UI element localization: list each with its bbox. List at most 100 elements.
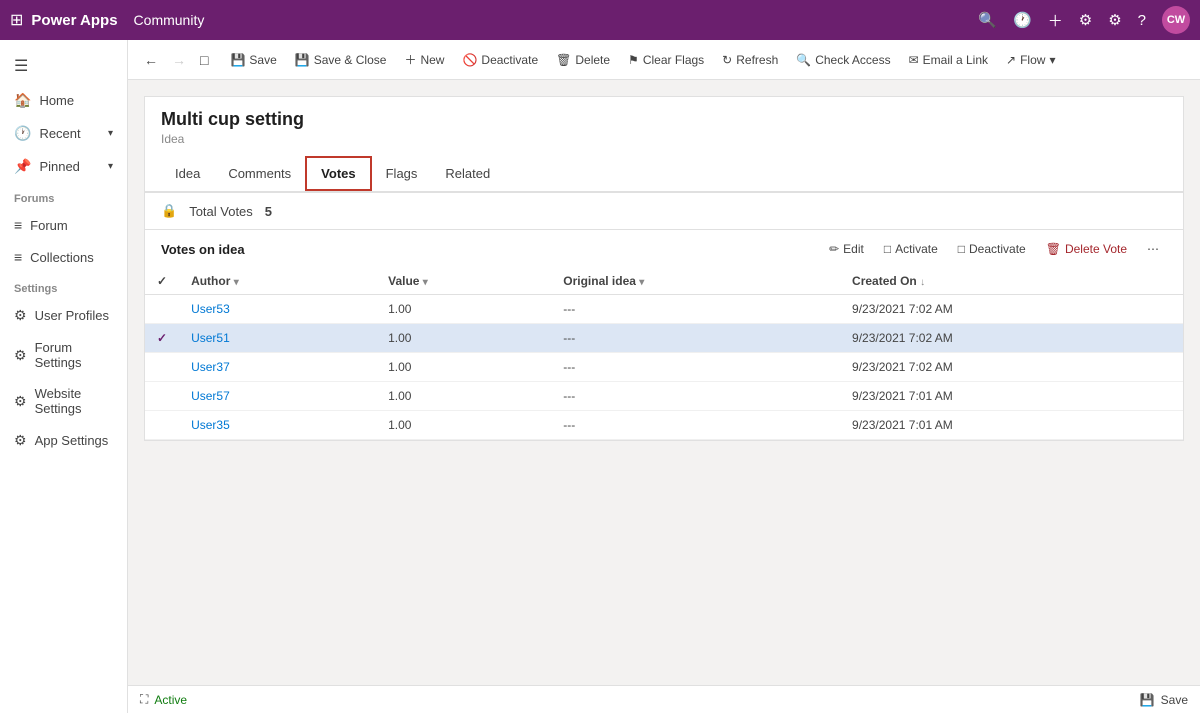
app-name: Power Apps (31, 12, 117, 29)
sidebar-item-forum-settings[interactable]: ⚙ Forum Settings (0, 332, 127, 378)
row-created-on: 9/23/2021 7:02 AM (840, 353, 1183, 382)
created-on-sort-icon: ↓ (920, 277, 925, 288)
grid-icon[interactable]: ⊞ (10, 10, 23, 30)
avatar[interactable]: CW (1162, 6, 1190, 34)
record-type: Idea (161, 132, 1167, 146)
row-check[interactable] (145, 411, 179, 440)
row-author[interactable]: User51 (179, 324, 376, 353)
hamburger-icon[interactable]: ☰ (0, 48, 127, 84)
refresh-icon: ↻ (722, 53, 732, 67)
save-button[interactable]: 💾 Save (222, 49, 284, 71)
flow-icon: ↗ (1006, 53, 1016, 67)
table-row[interactable]: User57 1.00 --- 9/23/2021 7:01 AM (145, 382, 1183, 411)
row-author[interactable]: User35 (179, 411, 376, 440)
check-access-icon: 🔍 (796, 53, 811, 67)
record-title: Multi cup setting (161, 109, 1167, 130)
more-options-button[interactable]: ⋯ (1139, 238, 1167, 260)
edit-vote-button[interactable]: ✏ Edit (821, 238, 872, 260)
flow-chevron: ▾ (1049, 53, 1055, 67)
tab-related[interactable]: Related (431, 156, 504, 191)
check-access-button[interactable]: 🔍 Check Access (788, 49, 898, 71)
search-icon[interactable]: 🔍 (978, 11, 997, 29)
total-votes-label: Total Votes (189, 204, 253, 219)
tab-idea[interactable]: Idea (161, 156, 214, 191)
save-close-button[interactable]: 💾 Save & Close (287, 49, 395, 71)
refresh-button[interactable]: ↻ Refresh (714, 49, 786, 71)
status-label: Active (154, 693, 187, 707)
table-header: ✓ Author ▾ Value ▾ Original idea ▾ (145, 268, 1183, 295)
expand-icon[interactable]: ⛶ (140, 692, 148, 707)
table-row[interactable]: ✓ User51 1.00 --- 9/23/2021 7:02 AM (145, 324, 1183, 353)
activate-vote-button[interactable]: □ Activate (876, 238, 946, 260)
sidebar-item-forum[interactable]: ≡ Forum (0, 209, 127, 241)
tab-votes[interactable]: Votes (305, 156, 371, 191)
col-created-on[interactable]: Created On ↓ (840, 268, 1183, 295)
email-link-button[interactable]: ✉ Email a Link (901, 49, 996, 71)
sidebar-item-pinned[interactable]: 📌 Pinned ▾ (0, 150, 127, 183)
col-value[interactable]: Value ▾ (376, 268, 551, 295)
votes-table: ✓ Author ▾ Value ▾ Original idea ▾ (145, 268, 1183, 440)
author-sort-icon: ▾ (234, 277, 239, 288)
row-check[interactable] (145, 353, 179, 382)
delete-button[interactable]: 🗑 Delete (548, 49, 618, 71)
filter-icon[interactable]: ⚙ (1079, 11, 1092, 29)
row-check[interactable]: ✓ (145, 324, 179, 353)
delete-icon: 🗑 (556, 53, 571, 67)
table-row[interactable]: User35 1.00 --- 9/23/2021 7:01 AM (145, 411, 1183, 440)
deactivate-vote-button[interactable]: □ Deactivate (950, 238, 1034, 260)
new-button[interactable]: ＋ New (396, 47, 452, 72)
row-original-idea: --- (551, 324, 840, 353)
activate-icon: □ (884, 242, 891, 256)
lock-icon: 🔒 (161, 203, 177, 219)
deactivate-button[interactable]: 🚫 Deactivate (454, 49, 546, 71)
sidebar-item-recent-label: Recent (39, 126, 80, 141)
top-bar-icons: 🔍 🕐 ＋ ⚙ ⚙ ? CW (978, 6, 1190, 34)
status-bar: ⛶ Active 💾 Save (128, 685, 1200, 713)
row-author[interactable]: User37 (179, 353, 376, 382)
sidebar-item-recent[interactable]: 🕐 Recent ▾ (0, 117, 127, 150)
clear-flags-button[interactable]: ⚑ Clear Flags (620, 49, 712, 71)
flow-button[interactable]: ↗ Flow ▾ (998, 49, 1063, 71)
votes-section-title: Votes on idea (161, 242, 821, 257)
tab-flags[interactable]: Flags (372, 156, 432, 191)
user-profiles-icon: ⚙ (14, 307, 27, 324)
forward-button[interactable]: → (166, 48, 192, 72)
toolbar: ← → □ 💾 Save 💾 Save & Close ＋ New 🚫 Deac… (128, 40, 1200, 80)
sidebar-item-home[interactable]: 🏠 Home (0, 84, 127, 117)
add-icon[interactable]: ＋ (1048, 10, 1063, 31)
delete-vote-icon: 🗑 (1046, 242, 1061, 256)
recent-chevron: ▾ (108, 128, 113, 139)
row-created-on: 9/23/2021 7:02 AM (840, 324, 1183, 353)
sidebar-item-user-profiles-label: User Profiles (35, 308, 109, 323)
sidebar-item-app-settings[interactable]: ⚙ App Settings (0, 424, 127, 457)
save-close-icon: 💾 (295, 53, 310, 67)
col-original-idea[interactable]: Original idea ▾ (551, 268, 840, 295)
row-author[interactable]: User53 (179, 295, 376, 324)
settings-icon[interactable]: ⚙ (1108, 11, 1121, 29)
help-icon[interactable]: ? (1138, 12, 1146, 29)
sidebar-item-user-profiles[interactable]: ⚙ User Profiles (0, 299, 127, 332)
row-author[interactable]: User57 (179, 382, 376, 411)
col-check: ✓ (145, 268, 179, 295)
sidebar-item-website-settings[interactable]: ⚙ Website Settings (0, 378, 127, 424)
row-value: 1.00 (376, 382, 551, 411)
col-author[interactable]: Author ▾ (179, 268, 376, 295)
votes-section-header: Votes on idea ✏ Edit □ Activate □ Deacti (145, 230, 1183, 268)
sidebar-item-collections[interactable]: ≡ Collections (0, 241, 127, 273)
pinned-icon: 📌 (14, 158, 31, 175)
table-row[interactable]: User37 1.00 --- 9/23/2021 7:02 AM (145, 353, 1183, 382)
recent-icon[interactable]: 🕐 (1013, 11, 1032, 29)
row-check[interactable] (145, 382, 179, 411)
browser-icon[interactable]: □ (194, 48, 214, 72)
back-button[interactable]: ← (138, 48, 164, 72)
save-status-label[interactable]: Save (1161, 693, 1188, 707)
row-created-on: 9/23/2021 7:01 AM (840, 382, 1183, 411)
row-value: 1.00 (376, 411, 551, 440)
table-row[interactable]: User53 1.00 --- 9/23/2021 7:02 AM (145, 295, 1183, 324)
delete-vote-button[interactable]: 🗑 Delete Vote (1038, 238, 1135, 260)
app-settings-icon: ⚙ (14, 432, 27, 449)
tab-comments[interactable]: Comments (214, 156, 305, 191)
row-check[interactable] (145, 295, 179, 324)
row-value: 1.00 (376, 324, 551, 353)
sidebar-item-forum-label: Forum (30, 218, 68, 233)
